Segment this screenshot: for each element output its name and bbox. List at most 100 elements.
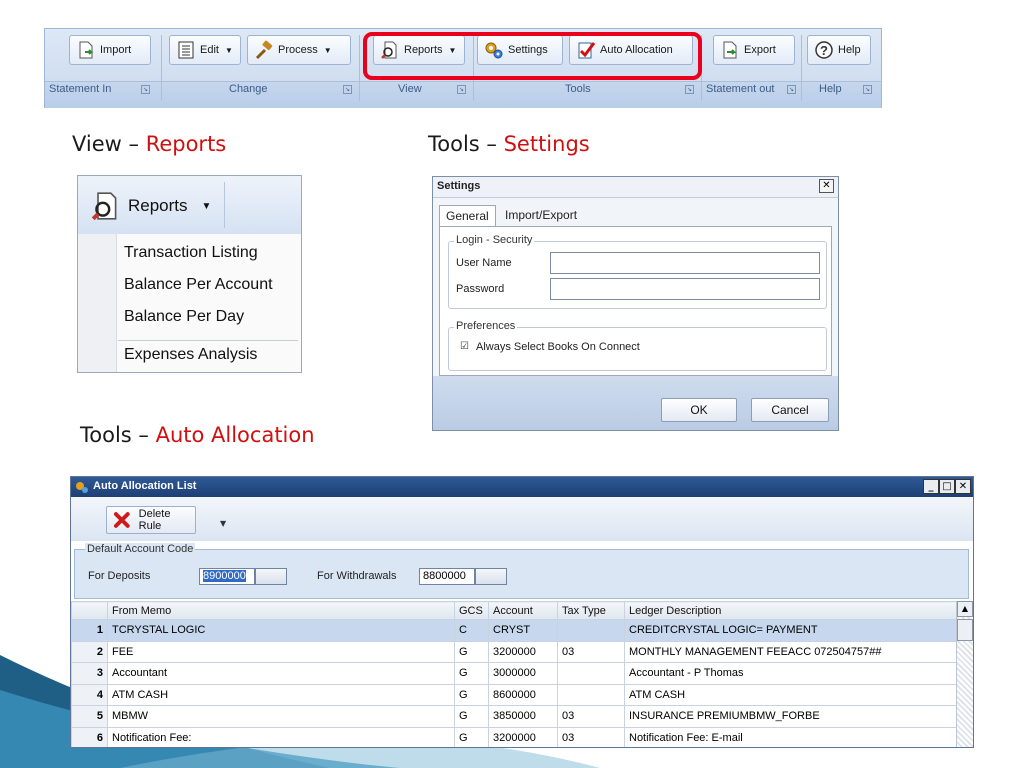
cell-from-memo[interactable]: MBMW bbox=[107, 705, 455, 728]
cell-tax-type[interactable] bbox=[557, 662, 625, 685]
process-button[interactable]: Process ▼ bbox=[247, 35, 351, 65]
cell-ledger-description[interactable]: ATM CASH bbox=[624, 683, 957, 706]
cell-ledger-description[interactable]: Accountant - P Thomas bbox=[624, 662, 957, 685]
menu-item-transaction-listing[interactable]: Transaction Listing bbox=[124, 244, 258, 270]
reports-menu-button[interactable]: Reports ▼ bbox=[90, 186, 211, 226]
edit-button[interactable]: Edit ▼ bbox=[169, 35, 241, 65]
column-header-account[interactable]: Account bbox=[488, 601, 558, 620]
help-question-icon: ? bbox=[815, 41, 833, 59]
reports-menu-panel: Reports ▼ Transaction Listing Balance Per… bbox=[77, 175, 302, 373]
vertical-scrollbar[interactable]: ▲ bbox=[956, 601, 973, 747]
tools-launcher-icon[interactable]: ↘ bbox=[685, 85, 694, 94]
cell-account[interactable]: 3200000 bbox=[488, 726, 558, 747]
help-button[interactable]: ? Help bbox=[807, 35, 871, 65]
cell-account[interactable]: 3200000 bbox=[488, 640, 558, 663]
table-row[interactable]: 6 Notification Fee: G 3200000 03 Notific… bbox=[71, 726, 957, 747]
process-label: Process bbox=[278, 44, 318, 56]
for-deposits-input[interactable]: 8900000 bbox=[199, 568, 255, 585]
cell-ledger-description[interactable]: Notification Fee: E-mail bbox=[624, 726, 957, 747]
view-launcher-icon[interactable]: ↘ bbox=[457, 85, 466, 94]
table-row[interactable]: 2 FEE G 3200000 03 MONTHLY MANAGEMENT FE… bbox=[71, 640, 957, 663]
heading-prefix: View – bbox=[72, 132, 146, 156]
heading-accent: Auto Allocation bbox=[155, 423, 315, 447]
delete-rule-button[interactable]: Delete Rule bbox=[106, 506, 196, 534]
cell-account[interactable]: 8600000 bbox=[488, 683, 558, 706]
cell-tax-type[interactable] bbox=[557, 619, 625, 642]
cell-gcs[interactable]: G bbox=[454, 726, 489, 747]
cell-gcs[interactable]: G bbox=[454, 662, 489, 685]
chevron-down-icon: ▼ bbox=[323, 45, 332, 55]
window-title: Auto Allocation List bbox=[93, 480, 197, 492]
table-row[interactable]: 4 ATM CASH G 8600000 ATM CASH bbox=[71, 683, 957, 706]
cell-account[interactable]: CRYST bbox=[488, 619, 558, 642]
import-button[interactable]: Import bbox=[69, 35, 151, 65]
cell-gcs[interactable]: G bbox=[454, 640, 489, 663]
cell-tax-type[interactable]: 03 bbox=[557, 705, 625, 728]
minimize-icon[interactable]: _ bbox=[923, 479, 939, 494]
ribbon-separator bbox=[161, 35, 162, 101]
cell-from-memo[interactable]: ATM CASH bbox=[107, 683, 455, 706]
cell-account[interactable]: 3000000 bbox=[488, 662, 558, 685]
table-row[interactable]: 1 TCRYSTAL LOGIC C CRYST CREDITCRYSTAL L… bbox=[71, 619, 957, 642]
help-launcher-icon[interactable]: ↘ bbox=[863, 85, 872, 94]
for-withdrawals-label: For Withdrawals bbox=[317, 570, 397, 582]
heading-accent: Settings bbox=[503, 132, 590, 156]
close-icon[interactable]: ✕ bbox=[955, 479, 971, 494]
for-withdrawals-input[interactable]: 8800000 bbox=[419, 568, 475, 585]
cell-tax-type[interactable]: 03 bbox=[557, 726, 625, 747]
for-withdrawals-dropdown[interactable] bbox=[475, 568, 507, 585]
grid-header-row: From Memo GCS Account Tax Type Ledger De… bbox=[71, 601, 957, 620]
export-button[interactable]: Export bbox=[713, 35, 795, 65]
row-number: 4 bbox=[71, 683, 108, 706]
checkbox-checked-icon[interactable]: ☑ bbox=[460, 342, 470, 352]
ok-button[interactable]: OK bbox=[661, 398, 737, 422]
column-header-ledger-description[interactable]: Ledger Description bbox=[624, 601, 957, 620]
toolbar-overflow-icon[interactable]: ▼ bbox=[220, 519, 226, 528]
cell-from-memo[interactable]: TCRYSTAL LOGIC bbox=[107, 619, 455, 642]
tab-general[interactable]: General bbox=[439, 205, 496, 227]
help-label: Help bbox=[838, 44, 861, 56]
password-input[interactable] bbox=[550, 278, 820, 300]
cell-gcs[interactable]: G bbox=[454, 683, 489, 706]
for-deposits-value: 8900000 bbox=[203, 570, 246, 582]
table-row[interactable]: 3 Accountant G 3000000 Accountant - P Th… bbox=[71, 662, 957, 685]
scroll-up-icon[interactable]: ▲ bbox=[957, 601, 973, 617]
column-header-tax-type[interactable]: Tax Type bbox=[557, 601, 625, 620]
row-number: 5 bbox=[71, 705, 108, 728]
cancel-button[interactable]: Cancel bbox=[751, 398, 829, 422]
cell-ledger-description[interactable]: INSURANCE PREMIUMBMW_FORBE bbox=[624, 705, 957, 728]
reports-menu-label: Reports bbox=[128, 196, 188, 215]
statement-in-launcher-icon[interactable]: ↘ bbox=[141, 85, 150, 94]
menu-item-expenses-analysis[interactable]: Expenses Analysis bbox=[124, 346, 257, 372]
cell-ledger-description[interactable]: MONTHLY MANAGEMENT FEEACC 072504757## bbox=[624, 640, 957, 663]
close-icon[interactable]: ✕ bbox=[819, 179, 834, 193]
statement-out-launcher-icon[interactable]: ↘ bbox=[787, 85, 796, 94]
chevron-down-icon: ▼ bbox=[201, 200, 212, 212]
cell-tax-type[interactable] bbox=[557, 683, 625, 706]
cell-from-memo[interactable]: Accountant bbox=[107, 662, 455, 685]
column-header-from-memo[interactable]: From Memo bbox=[107, 601, 455, 620]
user-name-input[interactable] bbox=[550, 252, 820, 274]
auto-allocation-window: Auto Allocation List _ □ ✕ Delete Rule ▼… bbox=[70, 476, 974, 748]
delete-rule-label: Delete Rule bbox=[138, 508, 171, 532]
scroll-thumb[interactable] bbox=[957, 619, 973, 641]
import-icon bbox=[79, 41, 94, 59]
menu-item-balance-per-account[interactable]: Balance Per Account bbox=[124, 276, 273, 302]
cell-gcs[interactable]: C bbox=[454, 619, 489, 642]
table-row[interactable]: 5 MBMW G 3850000 03 INSURANCE PREMIUMBMW… bbox=[71, 705, 957, 728]
ribbon-separator bbox=[359, 35, 360, 101]
change-launcher-icon[interactable]: ↘ bbox=[343, 85, 352, 94]
for-deposits-dropdown[interactable] bbox=[255, 568, 287, 585]
settings-tab-body: Login - Security User Name Password Pref… bbox=[439, 226, 832, 376]
cell-tax-type[interactable]: 03 bbox=[557, 640, 625, 663]
cell-from-memo[interactable]: FEE bbox=[107, 640, 455, 663]
cell-from-memo[interactable]: Notification Fee: bbox=[107, 726, 455, 747]
menu-item-balance-per-day[interactable]: Balance Per Day bbox=[124, 308, 244, 334]
group-label-view: View bbox=[398, 83, 422, 95]
tab-import-export[interactable]: Import/Export bbox=[499, 205, 583, 227]
cell-account[interactable]: 3850000 bbox=[488, 705, 558, 728]
maximize-icon[interactable]: □ bbox=[939, 479, 955, 494]
cell-gcs[interactable]: G bbox=[454, 705, 489, 728]
column-header-gcs[interactable]: GCS bbox=[454, 601, 489, 620]
cell-ledger-description[interactable]: CREDITCRYSTAL LOGIC= PAYMENT bbox=[624, 619, 957, 642]
